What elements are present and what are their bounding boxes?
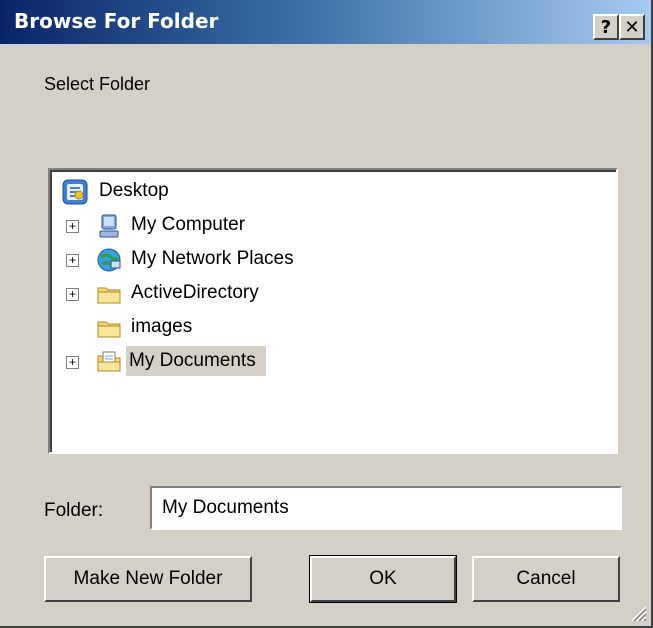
network-icon	[97, 248, 121, 272]
tree-item-label: images	[131, 316, 193, 337]
close-button[interactable]: ✕	[619, 14, 645, 40]
folder-label: Folder:	[44, 500, 104, 521]
computer-icon	[99, 214, 119, 238]
folder-icon	[97, 287, 121, 304]
tree-item-label: My Documents	[126, 346, 266, 376]
resize-grip-icon[interactable]	[629, 604, 647, 622]
cancel-button[interactable]: Cancel	[472, 556, 620, 602]
browse-for-folder-dialog: Browse For Folder ? ✕ Select Folder Desk…	[0, 0, 653, 628]
folder-icon	[97, 321, 121, 338]
tree-item-my-network-places[interactable]: + My Network Places	[66, 244, 386, 276]
ok-button[interactable]: OK	[309, 555, 457, 603]
help-button[interactable]: ?	[593, 14, 619, 40]
make-new-folder-button[interactable]: Make New Folder	[44, 556, 252, 602]
tree-item-my-computer[interactable]: + My Computer	[66, 210, 366, 242]
tree-item-label: Desktop	[99, 180, 169, 201]
documents-folder-icon	[97, 351, 121, 372]
instruction-text: Select Folder	[44, 74, 151, 94]
tree-item-label: My Computer	[131, 214, 246, 235]
folder-tree[interactable]: Desktop + My Computer + My Network Place…	[48, 168, 618, 454]
expand-icon[interactable]: +	[66, 220, 79, 233]
close-icon: ✕	[624, 16, 640, 38]
tree-item-label: My Network Places	[131, 248, 294, 269]
tree-item-desktop[interactable]: Desktop	[62, 176, 362, 208]
expand-icon[interactable]: +	[66, 288, 79, 301]
tree-item-images[interactable]: images	[66, 312, 366, 344]
folder-input[interactable]	[150, 486, 622, 530]
tree-item-activedirectory[interactable]: + ActiveDirectory	[66, 278, 366, 310]
help-icon: ?	[600, 16, 612, 38]
title-bar[interactable]: Browse For Folder ? ✕	[0, 0, 651, 44]
tree-item-my-documents[interactable]: + My Documents	[66, 346, 366, 378]
desktop-icon	[62, 179, 88, 205]
expand-icon[interactable]: +	[66, 356, 79, 369]
window-title: Browse For Folder	[14, 9, 219, 33]
expand-icon[interactable]: +	[66, 254, 79, 267]
tree-item-label: ActiveDirectory	[131, 282, 259, 303]
